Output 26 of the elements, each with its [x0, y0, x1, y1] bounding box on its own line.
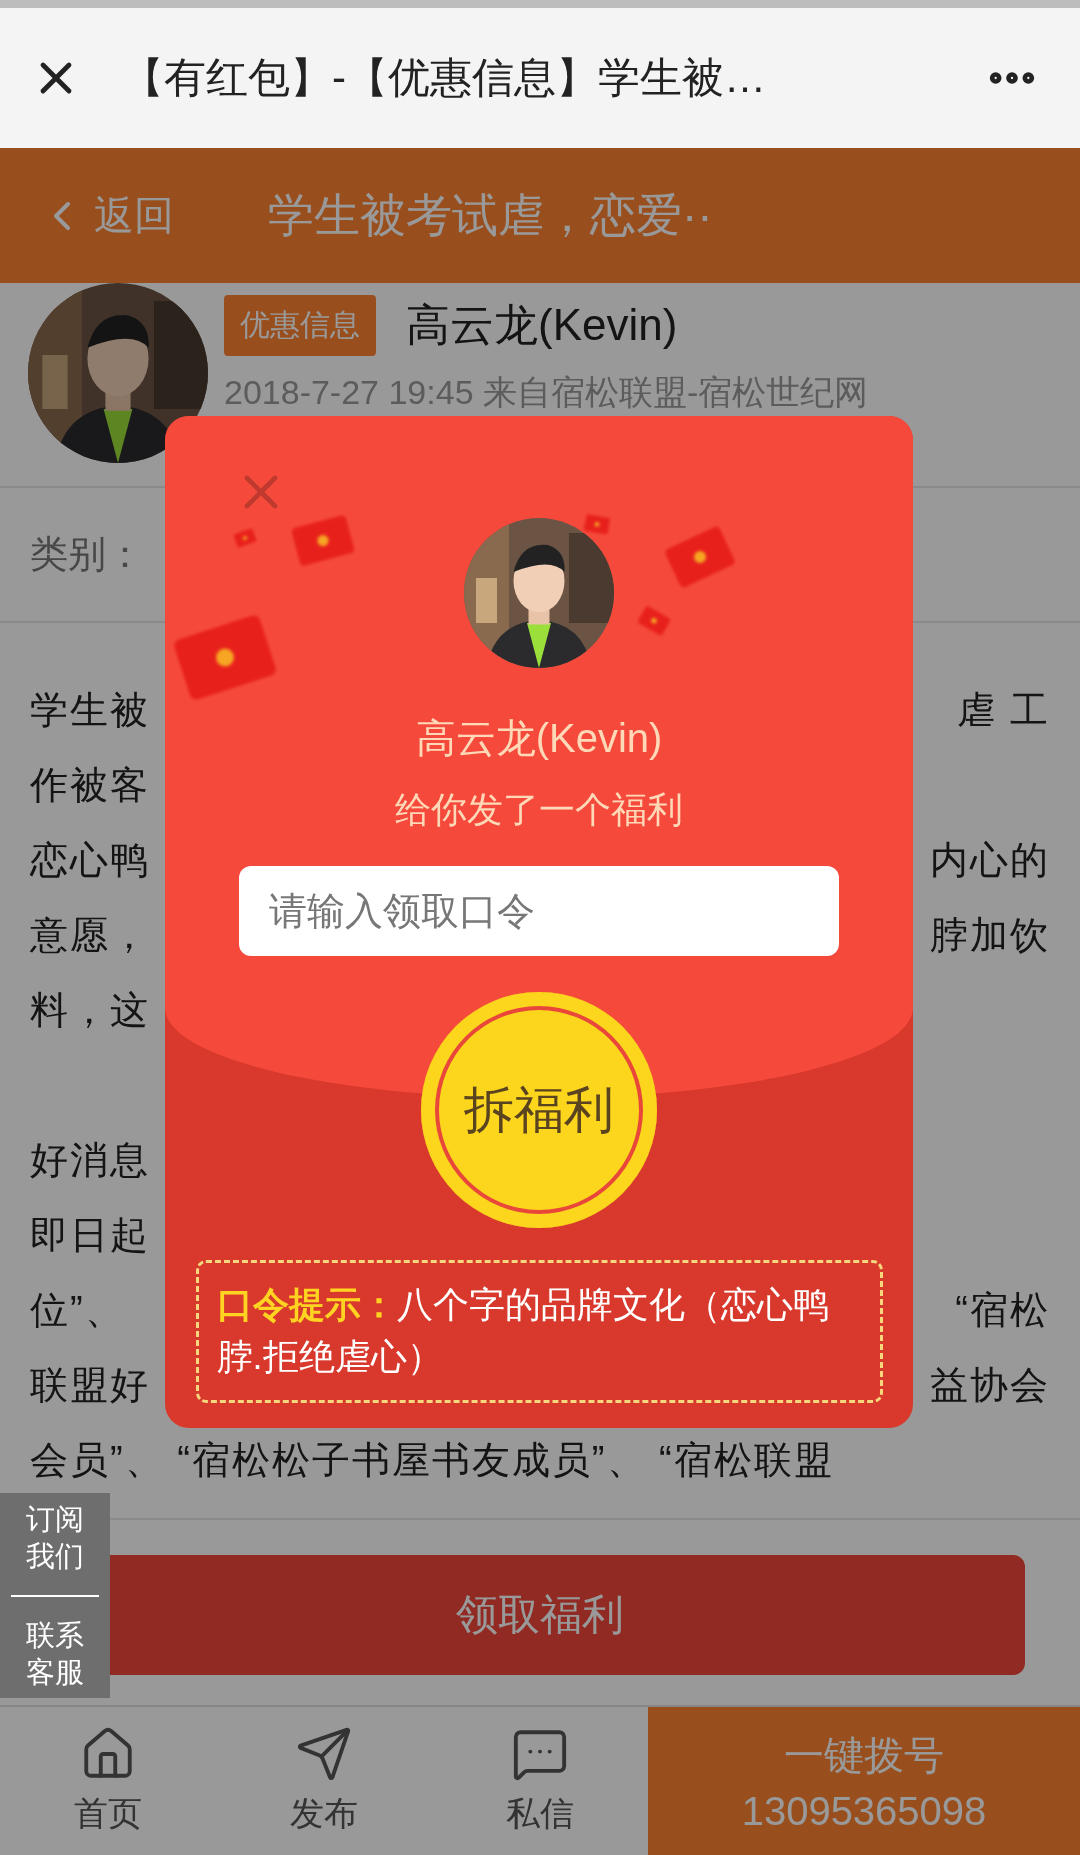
article-text: 料，这	[30, 988, 150, 1033]
call-label: 一键拨号	[784, 1732, 944, 1779]
article-text: 虐 工	[957, 688, 1050, 733]
phone-number: 13095365098	[741, 1789, 987, 1834]
article-text: 作被客	[30, 763, 150, 808]
article-text: 即日起	[30, 1213, 150, 1258]
post-meta: 2018-7-27 19:45 来自宿松联盟-宿松世纪网	[224, 372, 869, 413]
article-text: 恋心鸭	[30, 838, 150, 883]
article-text: 学生被	[30, 688, 150, 733]
header-title: 学生被考试虐，恋爱··	[268, 187, 713, 243]
page-title: 【有红包】-【优惠信息】学生被…	[122, 52, 767, 103]
article-text: 会员”、 “宿松松子书屋书友成员”、 “宿松联盟	[30, 1438, 834, 1483]
article-text: 内心的	[930, 838, 1050, 883]
article-text: 脖加饮	[930, 913, 1050, 958]
sender-name: 高云龙(Kevin)	[415, 715, 663, 762]
article-text: 益协会	[930, 1363, 1050, 1408]
gift-message: 给你发了一个福利	[395, 788, 683, 832]
article-text: 意愿，	[30, 913, 150, 958]
article-text: 好消息	[30, 1138, 150, 1183]
password-hint: 口令提示：八个字的品牌文化（恋心鸭脖.拒绝虐心）	[195, 1260, 883, 1403]
article-text: 位”、	[30, 1288, 125, 1333]
article-text: “宿松	[955, 1288, 1050, 1333]
category-tag: 优惠信息	[224, 295, 376, 356]
author-name: 高云龙(Kevin)	[406, 299, 678, 351]
category-label: 类别：	[30, 532, 144, 577]
article-text: 联盟好	[30, 1363, 150, 1408]
